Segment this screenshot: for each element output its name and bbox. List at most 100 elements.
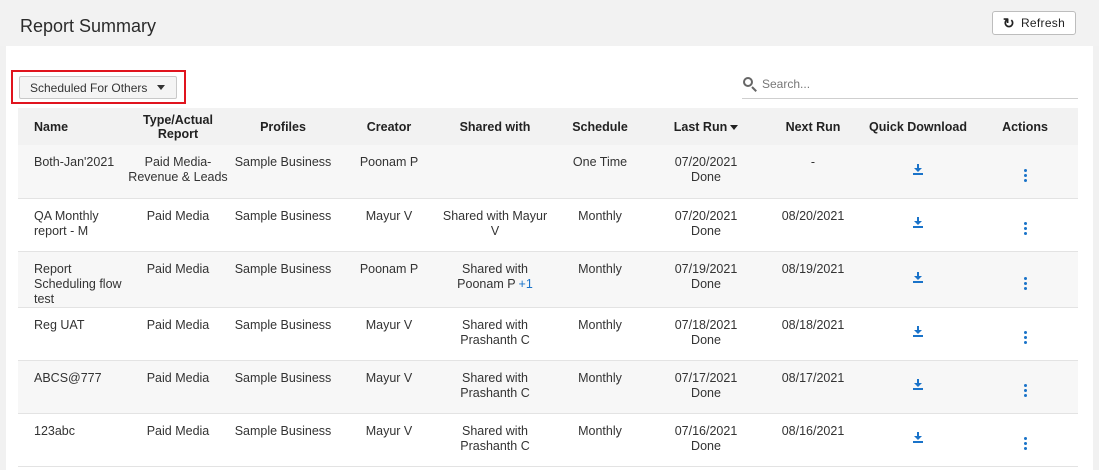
schedule-filter-dropdown[interactable]: Scheduled For Others	[19, 76, 177, 99]
report-profile: Sample Business	[234, 317, 332, 332]
report-creator: Mayur V	[365, 370, 413, 385]
column-header-actions: Actions	[1002, 119, 1048, 134]
more-vertical-icon[interactable]	[1023, 384, 1027, 397]
quick-download-cell	[864, 360, 972, 413]
report-schedule: Monthly	[578, 208, 622, 223]
column-header-schedule[interactable]: Schedule	[550, 108, 650, 145]
report-schedule: Monthly	[578, 261, 622, 276]
last-run-date: 07/19/2021	[674, 261, 738, 276]
actions-cell	[972, 360, 1078, 413]
report-profile: Sample Business	[234, 370, 332, 385]
column-header-creator[interactable]: Creator	[338, 108, 440, 145]
report-last-run: 07/20/2021 Done	[650, 198, 762, 251]
report-type: Paid Media-Revenue & Leads	[128, 155, 228, 184]
refresh-icon: ↻	[1002, 15, 1015, 31]
sort-desc-icon	[730, 124, 739, 130]
column-header-name[interactable]: Name	[18, 108, 128, 145]
report-type: Paid Media	[146, 317, 210, 332]
shared-with-more-link[interactable]: +1	[519, 277, 533, 291]
report-shared-with: Shared with Prashanth C	[440, 307, 550, 360]
report-next-run: 08/17/2021	[781, 370, 845, 385]
table-row: Reg UAT Paid Media Sample Business Mayur…	[18, 307, 1078, 360]
column-header-last-run[interactable]: Last Run	[650, 108, 762, 145]
quick-download-cell	[864, 307, 972, 360]
last-run-date: 07/18/2021	[674, 317, 738, 332]
download-icon[interactable]	[913, 271, 923, 283]
actions-cell	[972, 251, 1078, 307]
table-row: Both-Jan'2021 Paid Media-Revenue & Leads…	[18, 145, 1078, 198]
report-name: Both-Jan'2021	[34, 155, 115, 169]
report-type: Paid Media	[146, 370, 210, 385]
column-header-type[interactable]: Type/Actual Report	[128, 108, 228, 145]
table-row: QA Monthly report - M Paid Media Sample …	[18, 198, 1078, 251]
column-header-next-run[interactable]: Next Run	[762, 108, 864, 145]
search-input[interactable]	[762, 77, 1062, 91]
actions-cell	[972, 145, 1078, 198]
report-name: 123abc	[34, 423, 76, 438]
report-next-run: 08/19/2021	[781, 261, 845, 276]
refresh-button[interactable]: ↻ Refresh	[992, 11, 1076, 35]
report-profile: Sample Business	[234, 423, 332, 438]
column-header-shared-with[interactable]: Shared with	[440, 108, 550, 145]
shared-with-text: Shared with Poonam P	[457, 261, 528, 291]
last-run-date: 07/16/2021	[674, 423, 738, 438]
more-vertical-icon[interactable]	[1023, 437, 1027, 450]
last-run-status: Done	[691, 385, 721, 400]
table-header-row: Name Type/Actual Report Profiles Creator…	[18, 108, 1078, 145]
download-icon[interactable]	[913, 163, 923, 175]
report-last-run: 07/17/2021 Done	[650, 360, 762, 413]
report-schedule: Monthly	[578, 317, 622, 332]
last-run-status: Done	[691, 276, 721, 291]
refresh-label: Refresh	[1020, 16, 1066, 30]
search-icon	[742, 76, 758, 92]
actions-cell	[972, 413, 1078, 466]
report-name: Reg UAT	[34, 317, 85, 332]
more-vertical-icon[interactable]	[1023, 222, 1027, 235]
report-shared-with: Shared with Poonam P +1	[440, 251, 550, 307]
download-icon[interactable]	[913, 217, 923, 228]
report-profile: Sample Business	[234, 261, 332, 276]
report-schedule: One Time	[572, 155, 628, 169]
report-last-run: 07/20/2021 Done	[650, 145, 762, 198]
report-type: Paid Media	[146, 423, 210, 438]
more-vertical-icon[interactable]	[1023, 331, 1027, 344]
actions-cell	[972, 198, 1078, 251]
search-bar	[742, 70, 1078, 99]
report-next-run: -	[810, 155, 816, 169]
download-icon[interactable]	[913, 379, 923, 390]
shared-with-text: Shared with Mayur V	[442, 208, 548, 238]
quick-download-cell	[864, 251, 972, 307]
report-type: Paid Media	[146, 208, 210, 223]
table-row: 123abc Paid Media Sample Business Mayur …	[18, 413, 1078, 466]
report-next-run: 08/16/2021	[781, 423, 845, 438]
report-next-run: 08/20/2021	[781, 208, 845, 223]
last-run-status: Done	[691, 223, 721, 238]
download-icon[interactable]	[913, 432, 923, 443]
report-type: Paid Media	[146, 261, 210, 276]
report-profile: Sample Business	[234, 208, 332, 223]
last-run-date: 07/17/2021	[674, 370, 738, 385]
report-creator: Poonam P	[359, 261, 419, 276]
caret-down-icon	[157, 85, 166, 90]
column-header-profiles[interactable]: Profiles	[228, 108, 338, 145]
scrollbar-track	[1093, 46, 1099, 470]
last-run-status: Done	[691, 438, 721, 453]
report-name: QA Monthly report - M	[34, 208, 99, 238]
shared-with-text: Shared with Prashanth C	[460, 370, 530, 400]
actions-cell	[972, 307, 1078, 360]
download-icon[interactable]	[913, 326, 923, 337]
report-creator: Mayur V	[365, 208, 413, 223]
shared-with-text: Shared with Prashanth C	[460, 423, 530, 453]
more-vertical-icon[interactable]	[1023, 168, 1027, 182]
column-header-quick-download: Quick Download	[869, 119, 967, 134]
more-vertical-icon[interactable]	[1023, 276, 1027, 290]
last-run-status: Done	[691, 332, 721, 347]
report-shared-with: Shared with Mayur V	[440, 198, 550, 251]
quick-download-cell	[864, 145, 972, 198]
table-row: Report Scheduling flow test Paid Media S…	[18, 251, 1078, 307]
report-creator: Poonam P	[359, 155, 419, 169]
report-schedule: Monthly	[578, 370, 622, 385]
last-run-status: Done	[691, 170, 721, 184]
report-shared-with	[440, 145, 550, 198]
page-header: Report Summary ↻ Refresh	[0, 0, 1099, 46]
